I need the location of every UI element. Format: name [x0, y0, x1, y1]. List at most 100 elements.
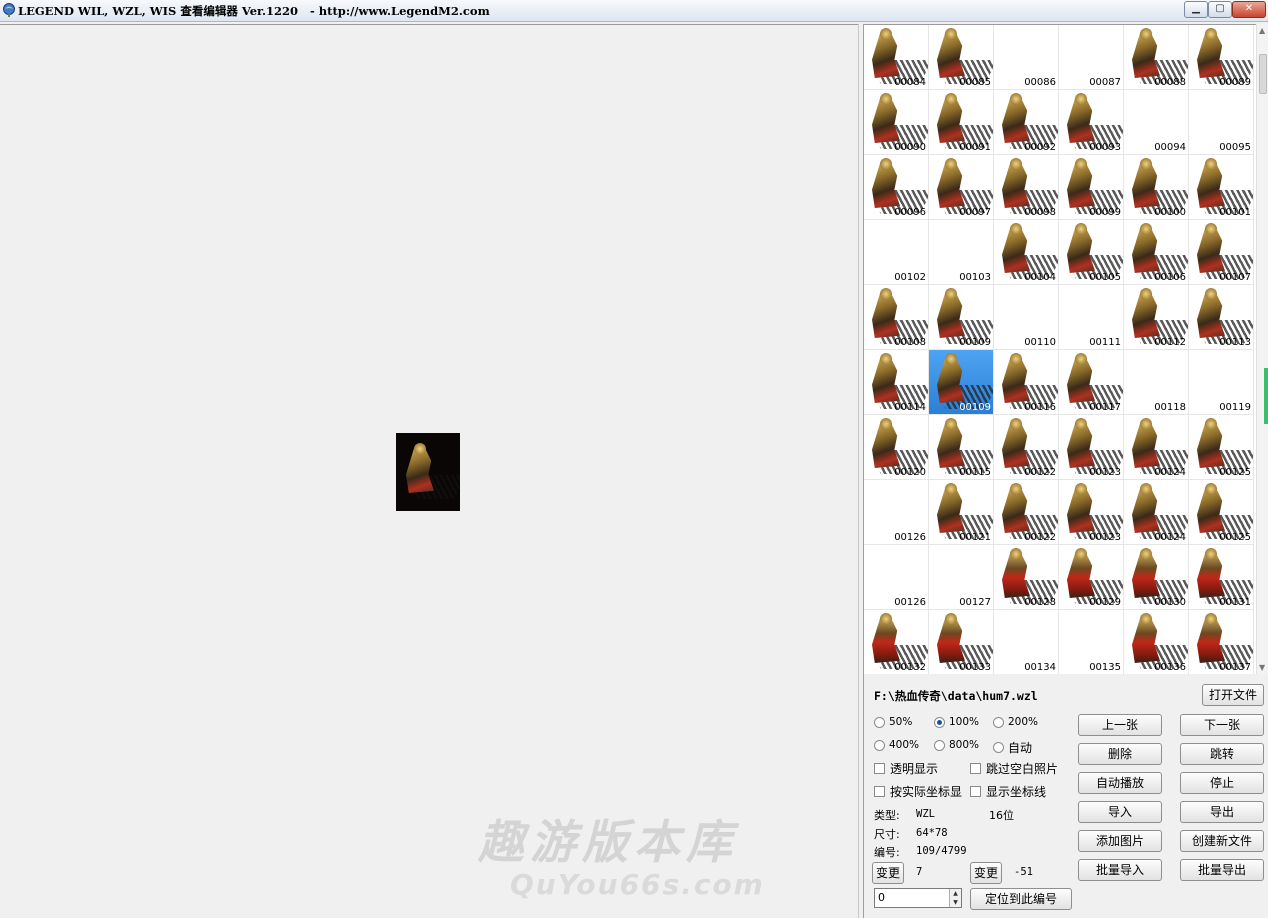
skip-blank-checkbox[interactable]: 跳过空白照片: [970, 760, 1058, 777]
create-file-button[interactable]: 创建新文件: [1180, 830, 1264, 852]
image-preview-area[interactable]: [0, 24, 858, 918]
thumbnail-cell[interactable]: 00126: [864, 545, 929, 610]
scroll-thumb[interactable]: [1259, 54, 1267, 94]
thumbnail-cell[interactable]: 00106: [1124, 220, 1189, 285]
maximize-button[interactable]: ▢: [1208, 1, 1232, 18]
thumbnail-cell[interactable]: 00107: [1189, 220, 1254, 285]
thumbnail-cell[interactable]: 00127: [929, 545, 994, 610]
thumbnail-cell[interactable]: 00097: [929, 155, 994, 220]
thumbnail-cell[interactable]: 00095: [1189, 90, 1254, 155]
thumbnail-cell[interactable]: 00121: [929, 480, 994, 545]
thumbnail-cell[interactable]: 00132: [864, 610, 929, 674]
spin-arrows-icon[interactable]: ▲ ▼: [949, 889, 961, 907]
thumbnail-cell[interactable]: 00118: [1124, 350, 1189, 415]
thumbnail-cell[interactable]: 00128: [994, 545, 1059, 610]
thumbnail-cell[interactable]: 00119: [1189, 350, 1254, 415]
thumbnail-cell[interactable]: 00116: [994, 350, 1059, 415]
zoom-800-radio[interactable]: 800%: [934, 739, 979, 751]
thumbnail-cell[interactable]: 00135: [1059, 610, 1124, 674]
delete-button[interactable]: 删除: [1078, 743, 1162, 765]
zoom-100-radio[interactable]: 100%: [934, 716, 979, 728]
thumbnail-cell[interactable]: 00087: [1059, 25, 1124, 90]
change-y-button[interactable]: 变更: [970, 862, 1002, 884]
thumbnail-cell[interactable]: 00110: [994, 285, 1059, 350]
thumbnail-cell[interactable]: 00124: [1124, 480, 1189, 545]
thumbnail-cell[interactable]: 00122: [994, 415, 1059, 480]
zoom-200-radio[interactable]: 200%: [993, 716, 1038, 728]
thumbnail-cell[interactable]: 00084: [864, 25, 929, 90]
thumbnail-cell[interactable]: 00120: [864, 415, 929, 480]
next-image-button[interactable]: 下一张: [1180, 714, 1264, 736]
autoplay-button[interactable]: 自动播放: [1078, 772, 1162, 794]
thumbnail-cell[interactable]: 00100: [1124, 155, 1189, 220]
open-file-button[interactable]: 打开文件: [1202, 684, 1264, 706]
thumbnail-cell[interactable]: 00131: [1189, 545, 1254, 610]
thumbnail-cell[interactable]: 00086: [994, 25, 1059, 90]
thumbnail-cell[interactable]: 00090: [864, 90, 929, 155]
thumbnail-cell[interactable]: 00099: [1059, 155, 1124, 220]
show-coord-lines-checkbox[interactable]: 显示坐标线: [970, 783, 1046, 800]
thumbnail-cell[interactable]: 00089: [1189, 25, 1254, 90]
scroll-down-icon[interactable]: ▼: [1259, 663, 1265, 672]
thumbnail-cell[interactable]: 00134: [994, 610, 1059, 674]
thumbnail-cell[interactable]: 00111: [1059, 285, 1124, 350]
index-spin-input[interactable]: 0 ▲ ▼: [874, 888, 962, 908]
thumbnail-cell[interactable]: 00130: [1124, 545, 1189, 610]
thumbnail-cell[interactable]: 00123: [1059, 480, 1124, 545]
thumbnail-cell[interactable]: 00125: [1189, 415, 1254, 480]
transparent-checkbox[interactable]: 透明显示: [874, 760, 938, 777]
actual-coords-checkbox[interactable]: 按实际坐标显: [874, 783, 962, 800]
thumbnail-cell[interactable]: 00123: [1059, 415, 1124, 480]
thumbnail-cell[interactable]: 00096: [864, 155, 929, 220]
thumbnail-label: 00092: [1024, 142, 1056, 153]
thumbnail-cell[interactable]: 00103: [929, 220, 994, 285]
thumbnail-scrollbar[interactable]: ▲ ▼: [1256, 24, 1268, 674]
scroll-up-icon[interactable]: ▲: [1259, 26, 1265, 35]
change-x-button[interactable]: 变更: [872, 862, 904, 884]
thumbnail-cell[interactable]: 00102: [864, 220, 929, 285]
thumbnail-cell[interactable]: 00088: [1124, 25, 1189, 90]
thumbnail-cell[interactable]: 00137: [1189, 610, 1254, 674]
thumbnail-cell[interactable]: 00109: [929, 285, 994, 350]
thumbnail-cell[interactable]: 00115: [929, 415, 994, 480]
thumbnail-cell[interactable]: 00124: [1124, 415, 1189, 480]
thumbnail-label: 00121: [959, 532, 991, 543]
thumbnail-cell[interactable]: 00129: [1059, 545, 1124, 610]
zoom-auto-radio[interactable]: 自动: [993, 739, 1032, 756]
thumbnail-cell[interactable]: 00085: [929, 25, 994, 90]
thumbnail-cell[interactable]: 00092: [994, 90, 1059, 155]
thumbnail-cell-selected[interactable]: 00109: [929, 350, 994, 415]
batch-export-button[interactable]: 批量导出: [1180, 859, 1264, 881]
stop-button[interactable]: 停止: [1180, 772, 1264, 794]
thumbnail-cell[interactable]: 00108: [864, 285, 929, 350]
thumbnail-cell[interactable]: 00133: [929, 610, 994, 674]
prev-image-button[interactable]: 上一张: [1078, 714, 1162, 736]
thumbnail-cell[interactable]: 00093: [1059, 90, 1124, 155]
thumbnail-cell[interactable]: 00125: [1189, 480, 1254, 545]
thumbnail-cell[interactable]: 00104: [994, 220, 1059, 285]
thumbnail-cell[interactable]: 00091: [929, 90, 994, 155]
zoom-400-radio[interactable]: 400%: [874, 739, 919, 751]
import-button[interactable]: 导入: [1078, 801, 1162, 823]
thumbnail-cell[interactable]: 00113: [1189, 285, 1254, 350]
thumbnail-grid[interactable]: 00084 00085 00086 00087 00088 00089 00090 00091…: [864, 24, 1256, 674]
jump-button[interactable]: 跳转: [1180, 743, 1264, 765]
thumbnail-cell[interactable]: 00098: [994, 155, 1059, 220]
thumbnail-cell[interactable]: 00117: [1059, 350, 1124, 415]
locate-index-button[interactable]: 定位到此编号: [970, 888, 1072, 910]
close-button[interactable]: ✕: [1232, 1, 1266, 18]
thumbnail-cell[interactable]: 00114: [864, 350, 929, 415]
export-button[interactable]: 导出: [1180, 801, 1264, 823]
thumbnail-cell[interactable]: 00094: [1124, 90, 1189, 155]
thumbnail-cell[interactable]: 00101: [1189, 155, 1254, 220]
batch-import-button[interactable]: 批量导入: [1078, 859, 1162, 881]
thumbnail-cell[interactable]: 00136: [1124, 610, 1189, 674]
zoom-50-radio[interactable]: 50%: [874, 716, 912, 728]
type-value: WZL: [916, 808, 935, 820]
add-image-button[interactable]: 添加图片: [1078, 830, 1162, 852]
thumbnail-cell[interactable]: 00122: [994, 480, 1059, 545]
thumbnail-cell[interactable]: 00126: [864, 480, 929, 545]
thumbnail-cell[interactable]: 00105: [1059, 220, 1124, 285]
thumbnail-cell[interactable]: 00112: [1124, 285, 1189, 350]
minimize-button[interactable]: ▁: [1184, 1, 1208, 18]
